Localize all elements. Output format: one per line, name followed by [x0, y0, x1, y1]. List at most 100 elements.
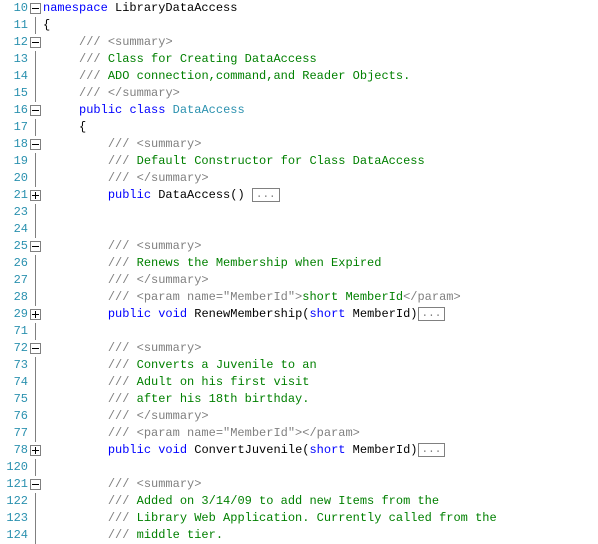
code-text[interactable]: /// middle tier. — [43, 527, 598, 544]
token: /// — [79, 52, 101, 66]
code-line: 13 /// Class for Creating DataAccess — [0, 51, 598, 68]
code-text[interactable]: /// <summary> — [43, 238, 598, 255]
code-text[interactable]: /// Converts a Juvenile to an — [43, 357, 598, 374]
fold-toggle-expanded-icon[interactable] — [30, 241, 41, 252]
fold-toggle-expanded-icon[interactable] — [30, 343, 41, 354]
token — [43, 477, 108, 491]
collapsed-region[interactable]: ... — [418, 443, 446, 457]
fold-toggle-collapsed-icon[interactable] — [30, 309, 41, 320]
code-line: 17 { — [0, 119, 598, 136]
token — [43, 426, 108, 440]
fold-guide-icon — [30, 122, 41, 133]
token: public — [108, 307, 151, 321]
token: short — [309, 307, 345, 321]
token — [43, 443, 108, 457]
token — [43, 341, 108, 355]
line-number: 76 — [0, 408, 30, 425]
token: /// — [108, 511, 130, 525]
token: /// — [79, 35, 108, 49]
fold-toggle-collapsed-icon[interactable] — [30, 190, 41, 201]
token: LibraryDataAccess — [108, 1, 238, 15]
line-number: 75 — [0, 391, 30, 408]
code-line: 74 /// Adult on his first visit — [0, 374, 598, 391]
token: /// — [108, 341, 137, 355]
token — [165, 103, 172, 117]
code-text[interactable]: namespace LibraryDataAccess — [43, 0, 598, 17]
code-text[interactable]: /// <summary> — [43, 340, 598, 357]
line-number: 14 — [0, 68, 30, 85]
token: /// <param name="MemberId"> — [108, 290, 302, 304]
code-line: 27 /// </summary> — [0, 272, 598, 289]
token — [43, 154, 108, 168]
code-text[interactable]: { — [43, 119, 598, 136]
code-text[interactable]: /// </summary> — [43, 272, 598, 289]
code-text[interactable]: { — [43, 17, 598, 34]
token — [43, 103, 79, 117]
fold-guide-icon — [30, 20, 41, 31]
line-number: 27 — [0, 272, 30, 289]
token: </summary> — [137, 273, 209, 287]
code-text[interactable]: /// after his 18th birthday. — [43, 391, 598, 408]
code-line: 71 — [0, 323, 598, 340]
code-text[interactable]: /// Renews the Membership when Expired — [43, 255, 598, 272]
fold-guide-icon — [30, 173, 41, 184]
code-text[interactable]: /// Default Constructor for Class DataAc… — [43, 153, 598, 170]
token: </summary> — [137, 409, 209, 423]
code-text[interactable]: /// Library Web Application. Currently c… — [43, 510, 598, 527]
code-text[interactable]: /// ADO connection,command,and Reader Ob… — [43, 68, 598, 85]
code-text[interactable]: public class DataAccess — [43, 102, 598, 119]
fold-guide-icon — [30, 530, 41, 541]
code-text[interactable]: /// </summary> — [43, 85, 598, 102]
token: /// — [108, 273, 137, 287]
code-text[interactable]: /// <param name="MemberId">short MemberI… — [43, 289, 598, 306]
code-text[interactable]: /// Class for Creating DataAccess — [43, 51, 598, 68]
code-text[interactable]: public DataAccess() ... — [43, 187, 598, 204]
code-text[interactable]: /// Adult on his first visit — [43, 374, 598, 391]
code-line: 78 public void ConvertJuvenile(short Mem… — [0, 442, 598, 459]
code-line: 10namespace LibraryDataAccess — [0, 0, 598, 17]
token: ADO connection,command,and Reader Object… — [101, 69, 411, 83]
line-number: 19 — [0, 153, 30, 170]
code-line: 12 /// <summary> — [0, 34, 598, 51]
fold-toggle-expanded-icon[interactable] — [30, 105, 41, 116]
fold-guide-icon — [30, 360, 41, 371]
code-line: 14 /// ADO connection,command,and Reader… — [0, 68, 598, 85]
fold-guide-icon — [30, 156, 41, 167]
fold-guide-icon — [30, 394, 41, 405]
fold-guide-icon — [30, 326, 41, 337]
fold-toggle-expanded-icon[interactable] — [30, 3, 41, 14]
code-text[interactable]: /// Added on 3/14/09 to add new Items fr… — [43, 493, 598, 510]
fold-toggle-expanded-icon[interactable] — [30, 479, 41, 490]
token: void — [158, 443, 187, 457]
token: MemberId) — [345, 307, 417, 321]
token: /// — [108, 137, 137, 151]
token: <summary> — [137, 137, 202, 151]
token: DataAccess() — [151, 188, 252, 202]
code-text[interactable]: public void ConvertJuvenile(short Member… — [43, 442, 598, 459]
fold-guide-icon — [30, 88, 41, 99]
line-number: 124 — [0, 527, 30, 544]
code-text[interactable]: /// </summary> — [43, 170, 598, 187]
fold-guide-icon — [30, 275, 41, 286]
code-line: 123 /// Library Web Application. Current… — [0, 510, 598, 527]
token: /// — [79, 69, 101, 83]
code-text[interactable]: /// <param name="MemberId"></param> — [43, 425, 598, 442]
fold-toggle-expanded-icon[interactable] — [30, 37, 41, 48]
line-number: 20 — [0, 170, 30, 187]
code-editor: 10namespace LibraryDataAccess11 {12 /// <… — [0, 0, 598, 544]
collapsed-region[interactable]: ... — [252, 188, 280, 202]
code-line: 73 /// Converts a Juvenile to an — [0, 357, 598, 374]
token: Default Constructor for Class DataAccess — [129, 154, 424, 168]
line-number: 11 — [0, 17, 30, 34]
code-text[interactable]: /// </summary> — [43, 408, 598, 425]
code-text[interactable]: /// <summary> — [43, 34, 598, 51]
code-text[interactable]: public void RenewMembership(short Member… — [43, 306, 598, 323]
code-text[interactable]: /// <summary> — [43, 136, 598, 153]
fold-toggle-collapsed-icon[interactable] — [30, 445, 41, 456]
code-line: 76 /// </summary> — [0, 408, 598, 425]
fold-toggle-expanded-icon[interactable] — [30, 139, 41, 150]
token: DataAccess — [173, 103, 245, 117]
code-text[interactable]: /// <summary> — [43, 476, 598, 493]
token — [43, 35, 79, 49]
collapsed-region[interactable]: ... — [418, 307, 446, 321]
